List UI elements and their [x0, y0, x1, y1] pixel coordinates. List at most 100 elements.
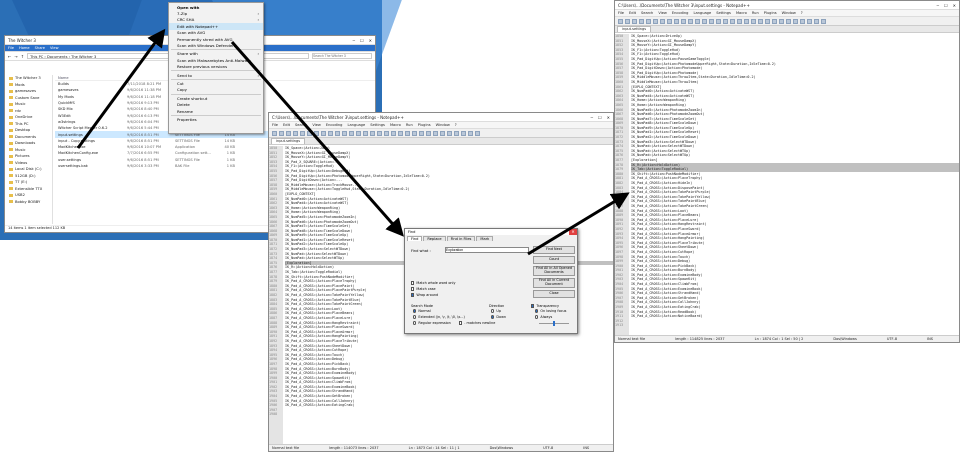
close-icon[interactable]: ✕	[953, 3, 956, 8]
sidebar-item[interactable]: Bobby BOBBY	[5, 199, 52, 206]
menu-item[interactable]: Settings	[370, 123, 385, 127]
up-arrow-icon[interactable]: ↑	[21, 54, 24, 59]
toolbar-button-icon[interactable]	[674, 18, 679, 24]
context-menu-item[interactable]: Restore previous versions	[169, 64, 263, 70]
menu-item[interactable]: ?	[801, 11, 803, 15]
toolbar-button-icon[interactable]	[363, 130, 368, 136]
menu-item[interactable]: Plugins	[418, 123, 431, 127]
menu-item[interactable]: Macro	[736, 11, 747, 15]
toolbar-button-icon[interactable]	[723, 18, 728, 24]
forward-arrow-icon[interactable]: →	[14, 54, 17, 59]
minimize-icon[interactable]: ─	[591, 115, 593, 120]
menu-item[interactable]: View	[312, 123, 321, 127]
menu-item[interactable]: Window	[782, 11, 796, 15]
slider-thumb[interactable]	[553, 321, 555, 326]
menu-item[interactable]: Search	[295, 123, 307, 127]
context-menu-item[interactable]: Rename	[169, 108, 263, 114]
close-icon[interactable]: ✕	[369, 38, 372, 43]
transparency-checkbox[interactable]: Transparency	[531, 304, 559, 308]
tab-input-settings[interactable]: input.settings	[617, 26, 652, 32]
npp-right-editor[interactable]: 1850 1851 1852 1853 1854 1855 1856 1857 1858 1859…	[615, 34, 959, 335]
menu-item[interactable]: Run	[406, 123, 413, 127]
menu-item[interactable]: ?	[455, 123, 457, 127]
dot-matches-newline-checkbox[interactable]: . matches newline	[459, 321, 495, 325]
toolbar-button-icon[interactable]	[779, 18, 784, 24]
toolbar-button-icon[interactable]	[821, 18, 826, 24]
toolbar-button-icon[interactable]	[286, 130, 291, 136]
menu-item[interactable]: Run	[752, 11, 759, 15]
context-menu-item[interactable]: Copy	[169, 87, 263, 93]
toolbar-button-icon[interactable]	[412, 130, 417, 136]
search-input[interactable]	[312, 53, 372, 59]
menu-item[interactable]: Search	[641, 11, 653, 15]
toolbar-button-icon[interactable]	[279, 130, 284, 136]
direction-radio[interactable]: Up	[491, 309, 501, 313]
toolbar-button-icon[interactable]	[730, 18, 735, 24]
toolbar-button-icon[interactable]	[426, 130, 431, 136]
menu-item[interactable]: Macro	[390, 123, 401, 127]
maximize-icon[interactable]: ☐	[944, 3, 948, 8]
toolbar-button-icon[interactable]	[737, 18, 742, 24]
find-dialog-button[interactable]: Find All in Current Document	[533, 278, 575, 288]
menu-item[interactable]: Window	[436, 123, 450, 127]
toolbar-button-icon[interactable]	[625, 18, 630, 24]
menu-item[interactable]: File	[272, 123, 278, 127]
toolbar-button-icon[interactable]	[765, 18, 770, 24]
editor-text[interactable]: IK_Space=(Action=DriveUp) IK_MouseX=(Acti…	[631, 34, 959, 319]
tab-replace[interactable]: Replace	[423, 236, 446, 241]
find-dialog-button[interactable]: Close	[533, 290, 575, 298]
toolbar-button-icon[interactable]	[447, 130, 452, 136]
back-arrow-icon[interactable]: ←	[8, 54, 11, 59]
toolbar-button-icon[interactable]	[293, 130, 298, 136]
toolbar-button-icon[interactable]	[660, 18, 665, 24]
toolbar-button-icon[interactable]	[356, 130, 361, 136]
search-mode-radio[interactable]: Normal	[413, 309, 431, 313]
toolbar-button-icon[interactable]	[702, 18, 707, 24]
toolbar-button-icon[interactable]	[272, 130, 277, 136]
toolbar-button-icon[interactable]	[440, 130, 445, 136]
menu-item[interactable]: Edit	[283, 123, 290, 127]
ribbon-tab[interactable]: Home	[19, 46, 30, 50]
transparency-slider[interactable]	[539, 321, 569, 326]
toolbar-button-icon[interactable]	[468, 130, 473, 136]
menu-item[interactable]: Plugins	[764, 11, 777, 15]
toolbar-button-icon[interactable]	[461, 130, 466, 136]
close-icon[interactable]: ✕	[569, 229, 577, 235]
toolbar-button-icon[interactable]	[632, 18, 637, 24]
toolbar-button-icon[interactable]	[681, 18, 686, 24]
menu-item[interactable]: View	[658, 11, 667, 15]
option-checkbox[interactable]: Match whole word only	[411, 281, 456, 285]
toolbar-button-icon[interactable]	[384, 130, 389, 136]
menu-item[interactable]: Language	[347, 123, 365, 127]
context-menu-item[interactable]: Send to ›	[169, 72, 263, 78]
toolbar-button-icon[interactable]	[744, 18, 749, 24]
toolbar-button-icon[interactable]	[475, 130, 480, 136]
minimize-icon[interactable]: ─	[937, 3, 939, 8]
find-dialog-button[interactable]: Count	[533, 256, 575, 264]
toolbar-button-icon[interactable]	[716, 18, 721, 24]
toolbar-button-icon[interactable]	[653, 18, 658, 24]
ribbon-tab[interactable]: Share	[35, 46, 45, 50]
minimize-icon[interactable]: ─	[353, 38, 355, 43]
toolbar-button-icon[interactable]	[814, 18, 819, 24]
toolbar-button-icon[interactable]	[454, 130, 459, 136]
transparency-radio[interactable]: Always	[535, 315, 552, 319]
toolbar-button-icon[interactable]	[751, 18, 756, 24]
toolbar-button-icon[interactable]	[709, 18, 714, 24]
toolbar-button-icon[interactable]	[349, 130, 354, 136]
toolbar-button-icon[interactable]	[300, 130, 305, 136]
toolbar-button-icon[interactable]	[646, 18, 651, 24]
menu-item[interactable]: Settings	[716, 11, 731, 15]
toolbar-button-icon[interactable]	[314, 130, 319, 136]
toolbar-button-icon[interactable]	[618, 18, 623, 24]
context-menu-item[interactable]: Properties	[169, 116, 263, 122]
menu-item[interactable]: Edit	[629, 11, 636, 15]
toolbar-button-icon[interactable]	[772, 18, 777, 24]
ribbon-tab[interactable]: View	[50, 46, 59, 50]
menu-item[interactable]: File	[618, 11, 624, 15]
toolbar-button-icon[interactable]	[307, 130, 312, 136]
ribbon-tab[interactable]: File	[8, 46, 14, 50]
toolbar-button-icon[interactable]	[405, 130, 410, 136]
toolbar-button-icon[interactable]	[342, 130, 347, 136]
transparency-radio[interactable]: On losing focus	[535, 309, 566, 313]
